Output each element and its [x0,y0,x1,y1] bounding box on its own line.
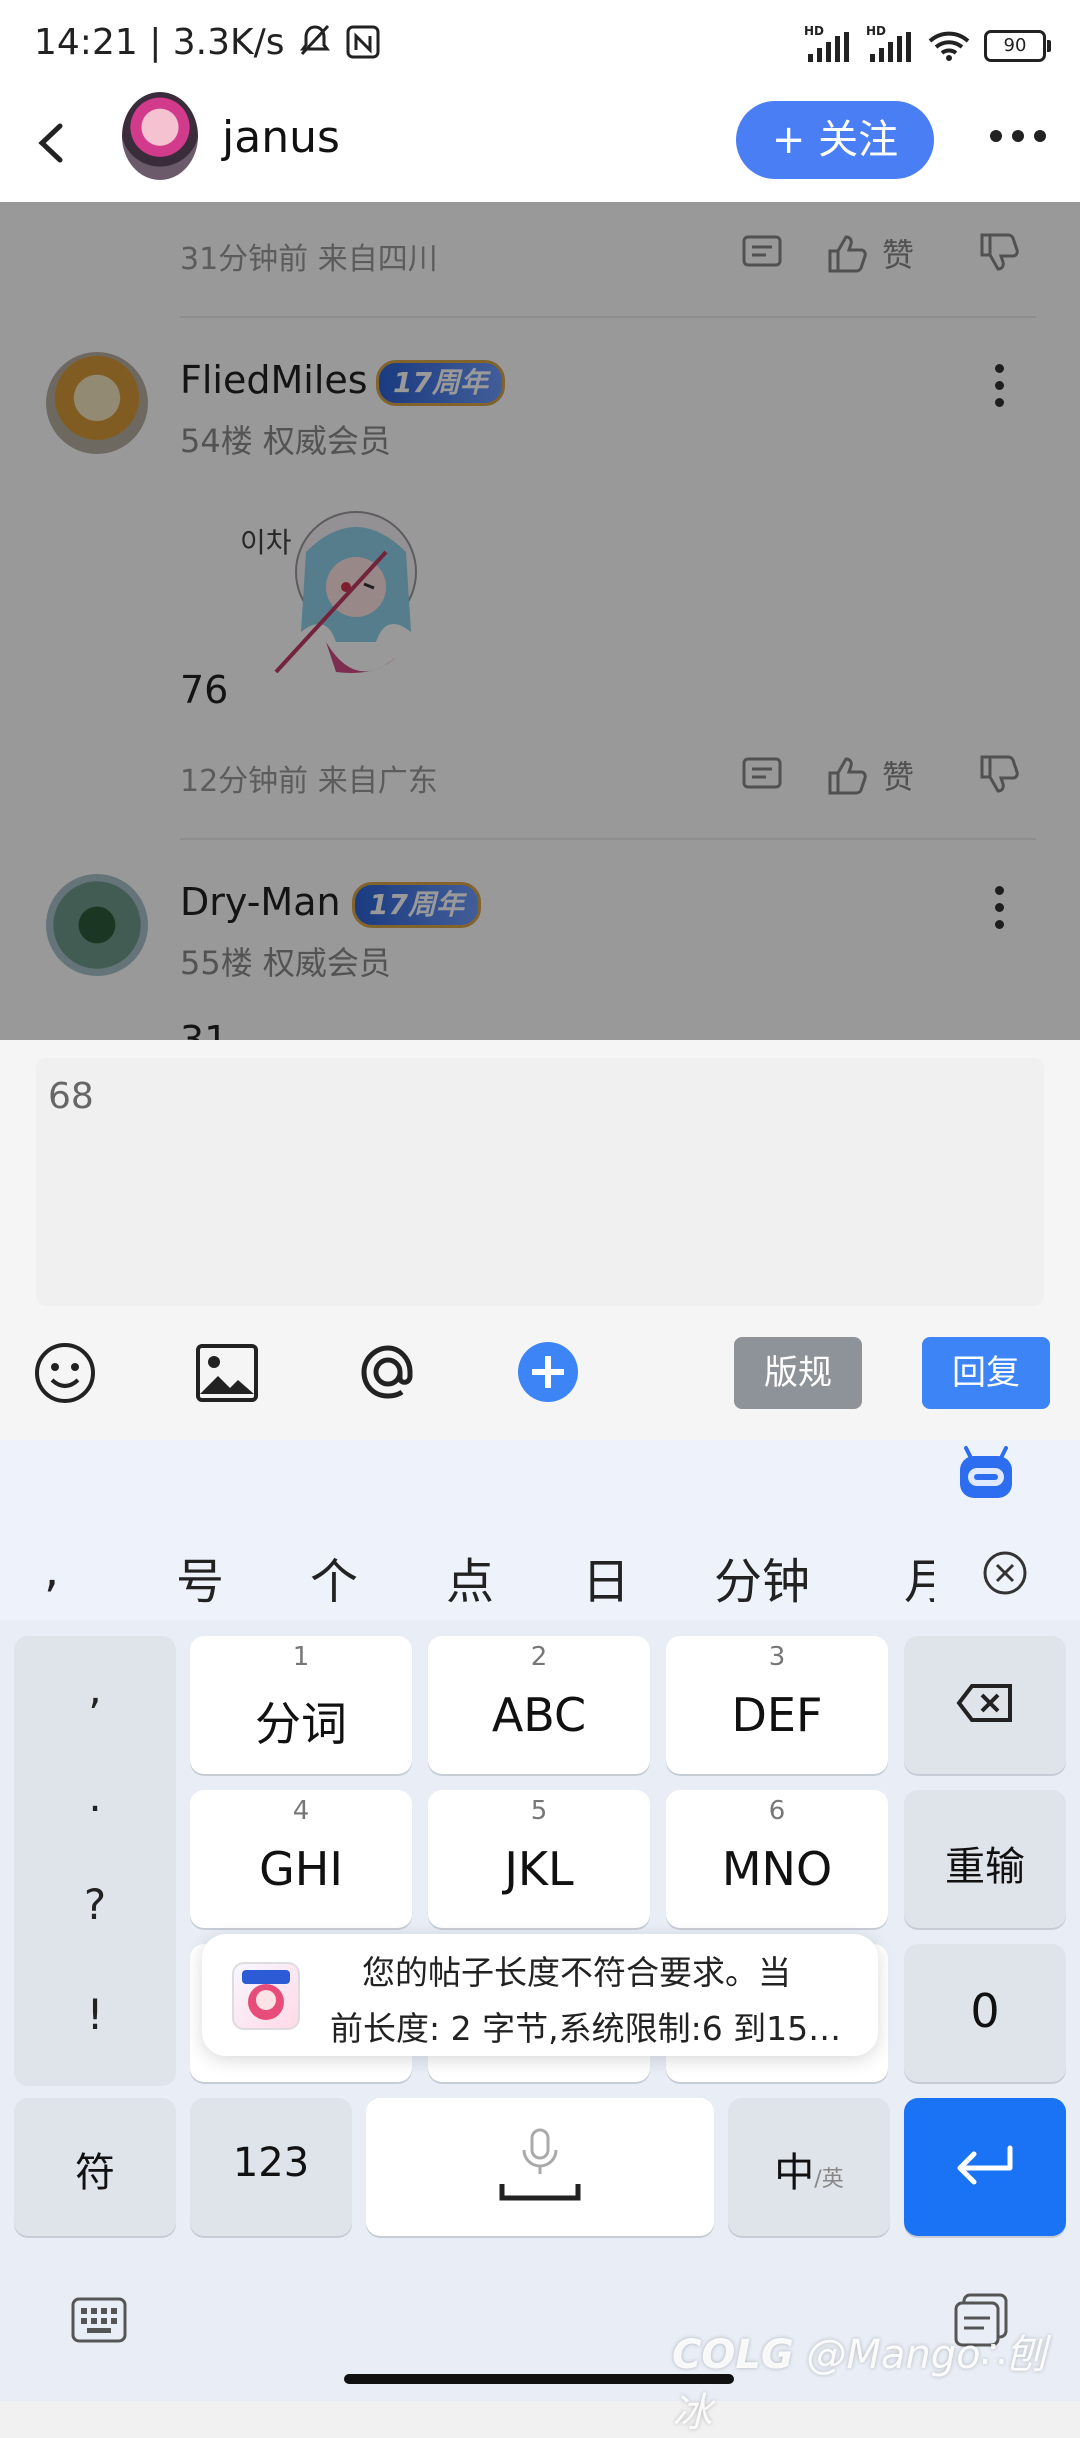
ime-assistant-icon[interactable] [956,1446,1016,1502]
mute-bell-icon [299,24,330,56]
watermark-logo: COLG [672,2332,794,2378]
punct-key[interactable]: . [14,1772,176,1821]
reenter-key[interactable]: 重输 [904,1790,1066,1928]
toast-line-1: 您的帖子长度不符合要求。当 [362,1953,791,1992]
more-options-icon[interactable] [990,130,1046,142]
candidate-item[interactable]: 分钟 [714,1542,810,1612]
enter-icon [957,2145,1013,2185]
status-time: 14:21 | 3.3K/s [34,22,381,63]
reply-input[interactable] [36,1058,1044,1306]
candidate-item[interactable]: , [44,1542,59,1598]
rules-button[interactable]: 版规 [734,1337,862,1409]
punct-key[interactable]: ! [14,1990,176,2039]
punct-key[interactable]: ? [14,1880,176,1929]
author-name[interactable]: janus [222,112,340,163]
app-icon [232,1962,300,2030]
backspace-key[interactable] [904,1636,1066,1774]
back-arrow-icon[interactable] [32,118,72,168]
candidate-item[interactable]: 月 [904,1542,934,1612]
image-icon[interactable] [194,1342,260,1404]
emoji-icon[interactable] [32,1340,98,1406]
candidate-item[interactable]: 号 [176,1542,224,1612]
key-4[interactable]: 4 GHI [190,1790,412,1928]
follow-button[interactable]: + 关注 [736,101,934,179]
space-key[interactable] [366,2098,714,2236]
punctuation-column[interactable]: , . ? ! [14,1636,176,2086]
nfc-icon [346,25,380,59]
keyboard-switch-icon[interactable] [70,2296,128,2344]
language-switch-key[interactable]: 中/英 [728,2098,890,2236]
key-6[interactable]: 6 MNO [666,1790,888,1928]
microphone-icon [499,2128,581,2201]
reply-input-text[interactable]: 68 [48,1076,94,1117]
add-icon[interactable] [516,1340,580,1404]
punct-key[interactable]: , [14,1664,176,1713]
toast-line-2: 前长度: 2 字节,系统限制:6 到15… [330,2009,842,2048]
status-icons: HD HD 90 [804,24,1051,66]
symbols-key[interactable]: 符 [14,2098,176,2236]
candidate-item[interactable]: 个 [310,1542,358,1612]
reply-button[interactable]: 回复 [922,1337,1050,1409]
candidate-item[interactable]: 点 [446,1542,494,1612]
candidate-item[interactable]: 日 [582,1542,630,1612]
key-2[interactable]: 2 ABC [428,1636,650,1774]
key-5[interactable]: 5 JKL [428,1790,650,1928]
author-avatar[interactable] [122,92,198,180]
key-1[interactable]: 1 分词 [190,1636,412,1774]
close-candidates-icon[interactable] [982,1550,1028,1596]
signal-icon-2: HD [866,24,914,62]
battery-icon: 90 [984,30,1051,62]
home-indicator[interactable] [344,2374,734,2384]
signal-icon: HD [804,24,852,62]
key-3[interactable]: 3 DEF [666,1636,888,1774]
zero-key[interactable]: 0 [904,1944,1066,2082]
numbers-key[interactable]: 123 [190,2098,352,2236]
status-bar: 14:21 | 3.3K/s HD HD 90 [0,0,1080,92]
mention-icon[interactable] [354,1338,422,1406]
dim-overlay[interactable] [0,202,1080,1040]
enter-key[interactable] [904,2098,1066,2236]
wifi-icon [928,31,970,61]
backspace-icon [956,1684,1012,1722]
